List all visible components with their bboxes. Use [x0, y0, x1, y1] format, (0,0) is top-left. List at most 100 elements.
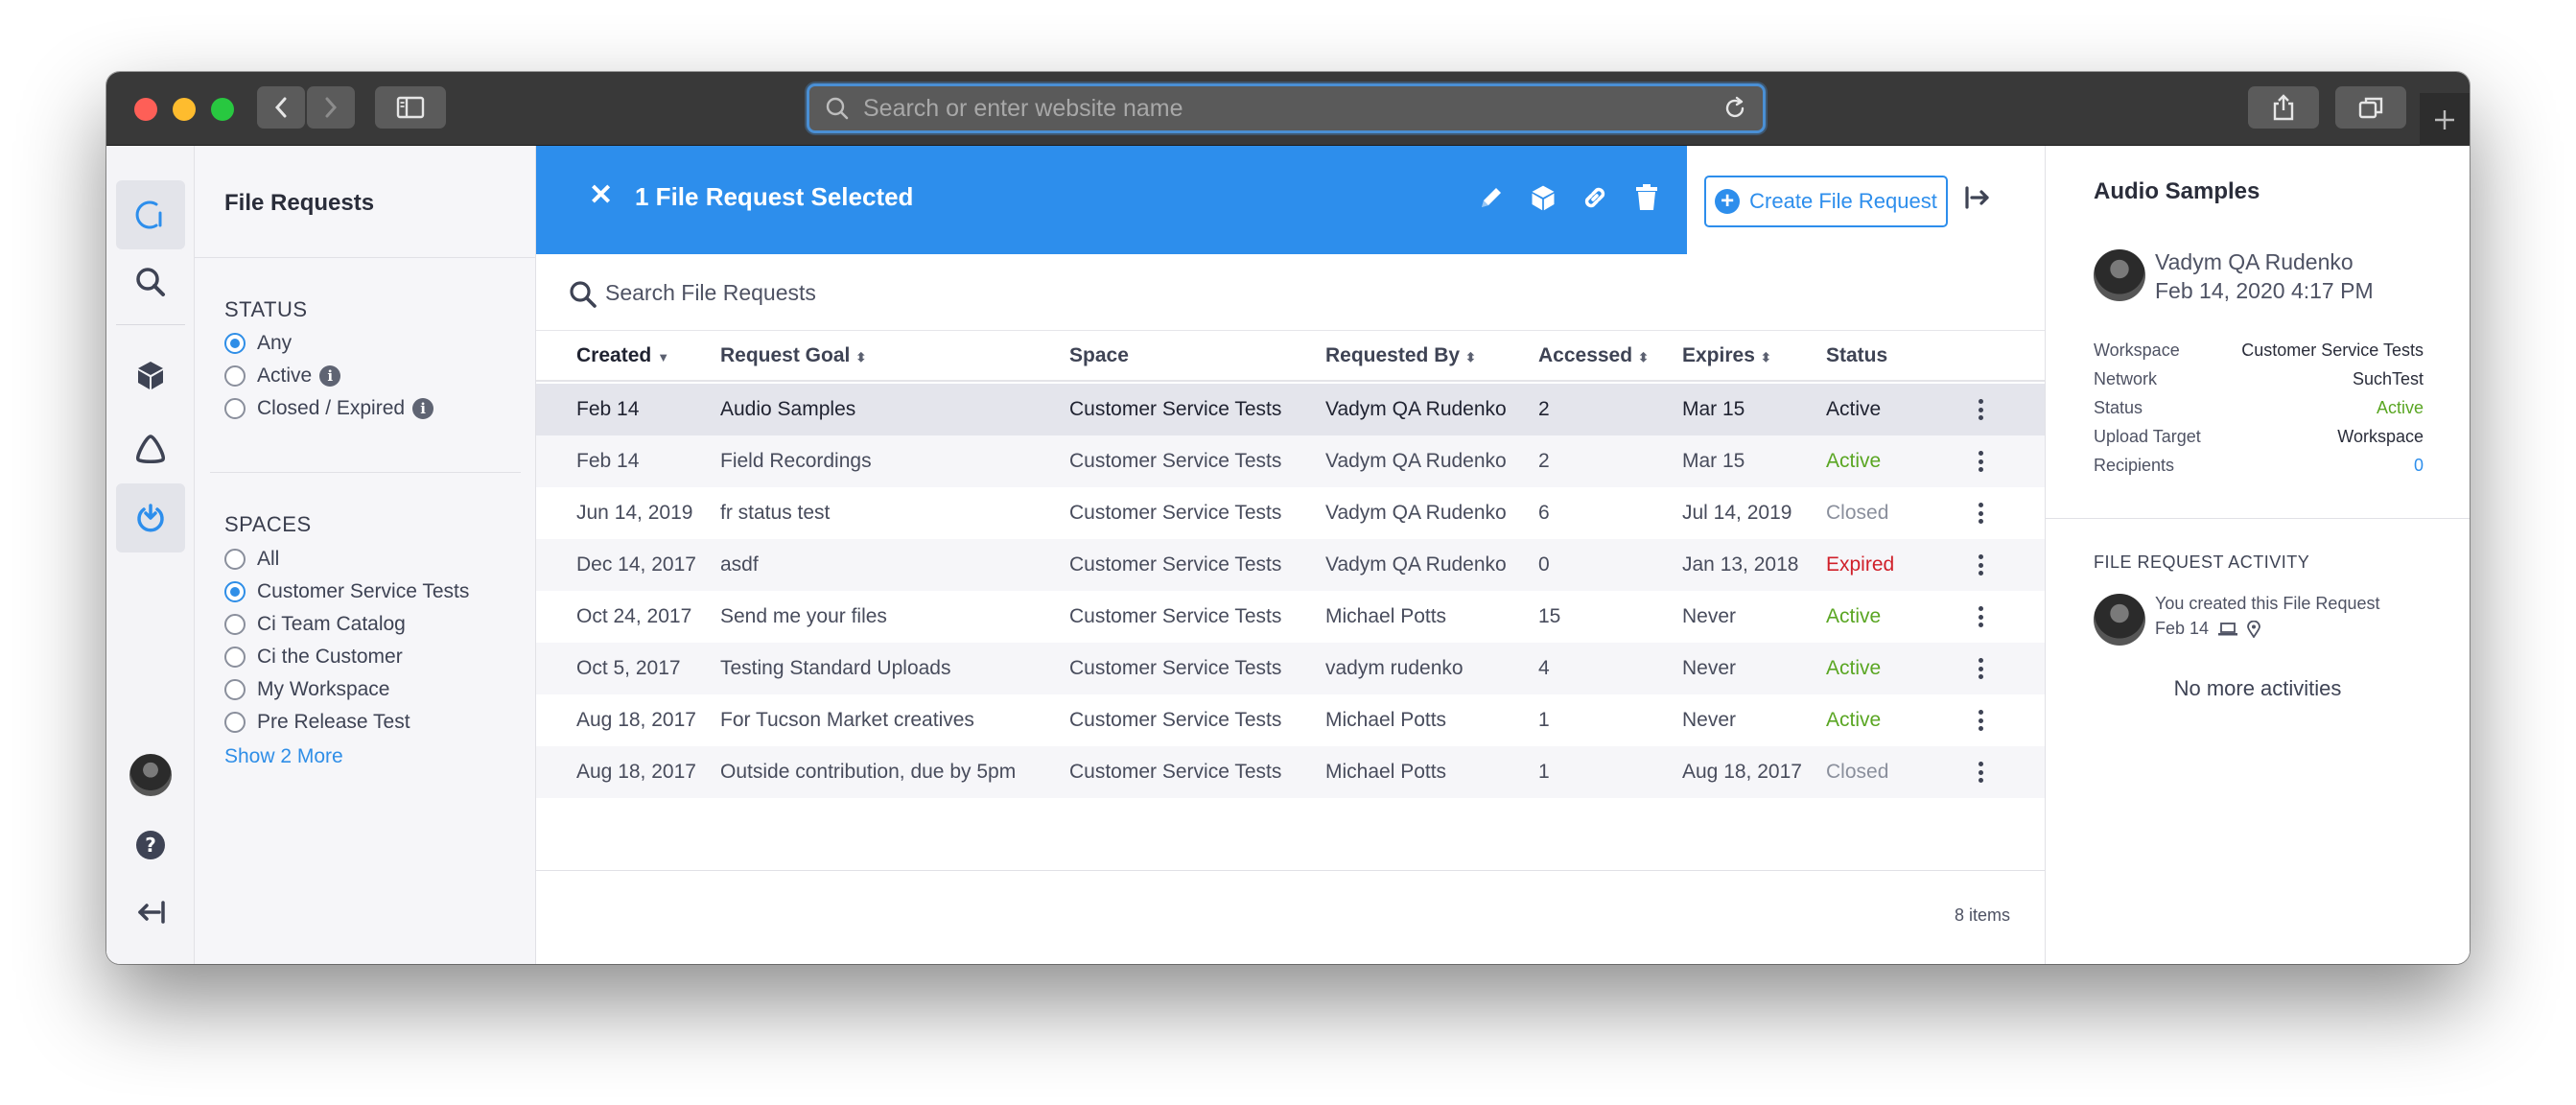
radio-icon[interactable] [224, 647, 246, 668]
delete-button[interactable] [1628, 178, 1666, 217]
sort-icon: ⬍ [1638, 350, 1649, 364]
row-menu-icon[interactable] [1975, 448, 1986, 475]
row-menu-icon[interactable] [1975, 707, 1986, 734]
cell-created: Aug 18, 2017 [576, 761, 696, 783]
show-more-link[interactable]: Show 2 More [224, 745, 343, 768]
app-rail: ? [106, 146, 195, 964]
search-icon [136, 268, 165, 296]
trash-icon [1636, 184, 1657, 210]
row-menu-icon[interactable] [1975, 552, 1986, 578]
radio-icon[interactable] [224, 712, 246, 733]
cell-created: Oct 5, 2017 [576, 657, 681, 679]
rail-home-button[interactable] [116, 180, 185, 249]
space-option[interactable]: All [224, 548, 279, 571]
row-menu-icon[interactable] [1975, 759, 1986, 786]
activity-meta: Feb 14 [2155, 619, 2260, 639]
radio-icon[interactable] [224, 549, 246, 570]
column-header-request-goal[interactable]: Request Goal ⬍ [720, 344, 866, 367]
recipients-link[interactable]: 0 [2414, 456, 2424, 476]
rail-network-button[interactable] [116, 414, 185, 483]
close-window-button[interactable] [134, 98, 157, 121]
cell-expires: Jul 14, 2019 [1682, 502, 1792, 524]
space-option[interactable]: Ci Team Catalog [224, 613, 406, 636]
column-header-requested-by[interactable]: Requested By ⬍ [1325, 344, 1476, 367]
cell-expires: Mar 15 [1682, 450, 1745, 472]
create-file-request-button[interactable]: + Create File Request [1704, 176, 1948, 227]
space-option[interactable]: Ci the Customer [224, 646, 403, 669]
info-icon[interactable]: i [412, 398, 434, 419]
radio-icon[interactable] [224, 679, 246, 700]
search-input[interactable] [605, 275, 1372, 310]
back-button[interactable] [257, 86, 305, 129]
info-icon[interactable]: i [319, 365, 341, 387]
table-row[interactable]: Feb 14 Audio Samples Customer Service Test… [536, 384, 2045, 435]
status-option-any[interactable]: Any [224, 332, 292, 355]
clear-selection-button[interactable]: ✕ [589, 178, 613, 212]
ci-logo-icon [135, 200, 162, 229]
cell-request-goal: Testing Standard Uploads [720, 657, 951, 679]
column-header-created[interactable]: Created ▼ [576, 344, 669, 367]
row-menu-icon[interactable] [1975, 655, 1986, 682]
radio-icon[interactable] [224, 398, 246, 419]
rail-spaces-button[interactable] [116, 341, 185, 410]
rail-file-requests-button[interactable] [116, 483, 185, 552]
address-input[interactable] [863, 94, 1722, 123]
cell-status: Closed [1826, 761, 1889, 783]
sidebar-toggle-button[interactable] [375, 86, 446, 129]
item-count: 8 items [1954, 905, 2010, 925]
table-row[interactable]: Feb 14 Field Recordings Customer Service T… [536, 435, 2045, 487]
cell-space: Customer Service Tests [1069, 450, 1282, 472]
tabs-overview-button[interactable] [2335, 86, 2406, 129]
table-row[interactable]: Jun 14, 2019 fr status test Customer Servi… [536, 487, 2045, 539]
cell-accessed: 1 [1538, 709, 1550, 731]
divider [2046, 518, 2470, 519]
row-menu-icon[interactable] [1975, 603, 1986, 630]
rail-help-button[interactable]: ? [116, 811, 185, 880]
cell-accessed: 0 [1538, 553, 1550, 576]
row-menu-icon[interactable] [1975, 396, 1986, 423]
user-avatar[interactable] [129, 754, 172, 796]
cell-accessed: 2 [1538, 450, 1550, 472]
reload-icon[interactable] [1722, 96, 1747, 121]
copy-link-button[interactable] [1576, 178, 1614, 217]
table-row[interactable]: Oct 24, 2017 Send me your files Customer S… [536, 591, 2045, 643]
status-option-closed-expired[interactable]: Closed / Expired i [224, 397, 434, 420]
cell-status: Expired [1826, 553, 1895, 576]
filter-sidebar: File Requests STATUS Any Active i Closed… [195, 146, 536, 964]
edit-button[interactable] [1472, 178, 1510, 217]
rail-collapse-button[interactable] [116, 878, 185, 947]
radio-selected-icon[interactable] [224, 333, 246, 354]
row-menu-icon[interactable] [1975, 500, 1986, 527]
table-row[interactable]: Dec 14, 2017 asdf Customer Service Tests Va… [536, 539, 2045, 591]
address-bar[interactable] [807, 83, 1766, 133]
move-to-space-button[interactable] [1524, 178, 1562, 217]
column-header-expires[interactable]: Expires ⬍ [1682, 344, 1771, 367]
rail-search-button[interactable] [116, 247, 185, 317]
table-row[interactable]: Aug 18, 2017 For Tucson Market creatives C… [536, 694, 2045, 746]
column-header-space[interactable]: Space [1069, 344, 1129, 367]
column-header-status[interactable]: Status [1826, 344, 1887, 367]
radio-selected-icon[interactable] [224, 581, 246, 602]
space-option[interactable]: Pre Release Test [224, 711, 410, 734]
space-option[interactable]: My Workspace [224, 678, 389, 701]
link-icon [1584, 187, 1605, 208]
close-detail-button[interactable] [1964, 184, 1991, 216]
radio-icon[interactable] [224, 365, 246, 387]
column-header-accessed[interactable]: Accessed ⬍ [1538, 344, 1649, 367]
activity-text: You created this File Request [2155, 594, 2380, 613]
field-label: Workspace [2094, 341, 2180, 360]
status-option-active[interactable]: Active i [224, 364, 341, 388]
cell-created: Feb 14 [576, 450, 640, 472]
forward-button[interactable] [307, 86, 355, 129]
cell-created: Oct 24, 2017 [576, 605, 692, 627]
help-icon: ? [136, 831, 165, 859]
table-row[interactable]: Oct 5, 2017 Testing Standard Uploads Custo… [536, 643, 2045, 694]
zoom-window-button[interactable] [211, 98, 234, 121]
share-button[interactable] [2248, 86, 2319, 129]
cell-status: Active [1826, 398, 1882, 420]
space-option[interactable]: Customer Service Tests [224, 580, 469, 603]
radio-icon[interactable] [224, 614, 246, 635]
minimize-window-button[interactable] [173, 98, 196, 121]
new-tab-button[interactable] [2420, 93, 2470, 146]
table-row[interactable]: Aug 18, 2017 Outside contribution, due by… [536, 746, 2045, 798]
